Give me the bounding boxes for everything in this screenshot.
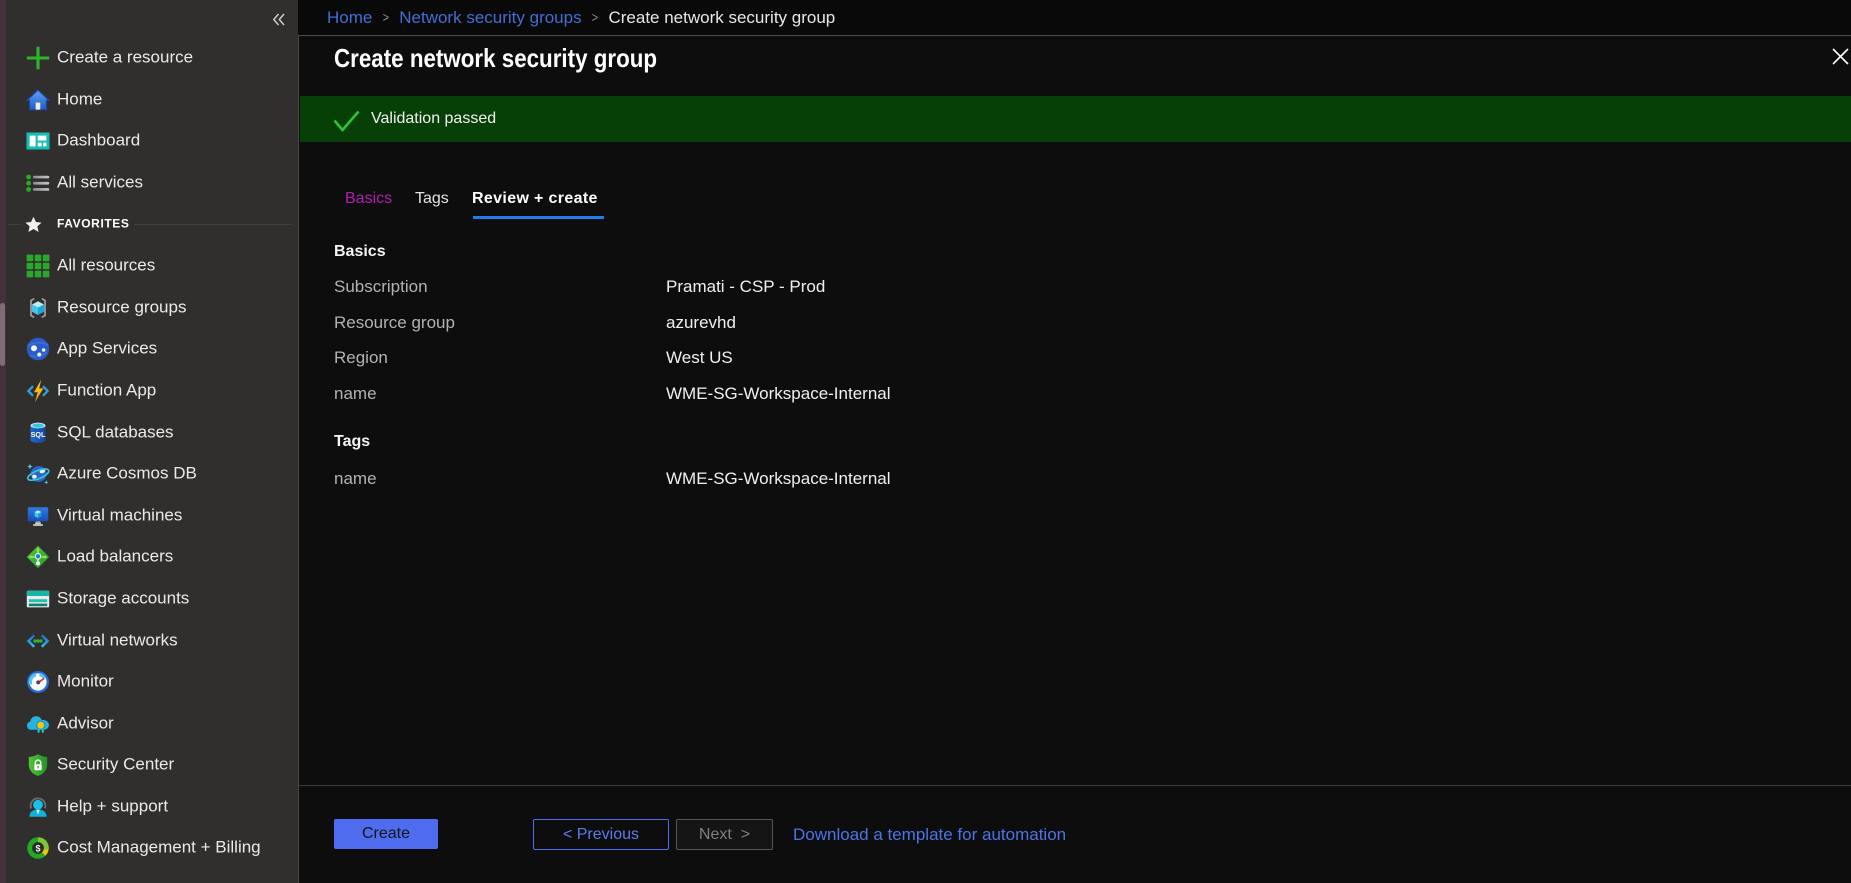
svg-text:SQL: SQL [31, 430, 46, 439]
svg-text:$: $ [35, 843, 40, 853]
